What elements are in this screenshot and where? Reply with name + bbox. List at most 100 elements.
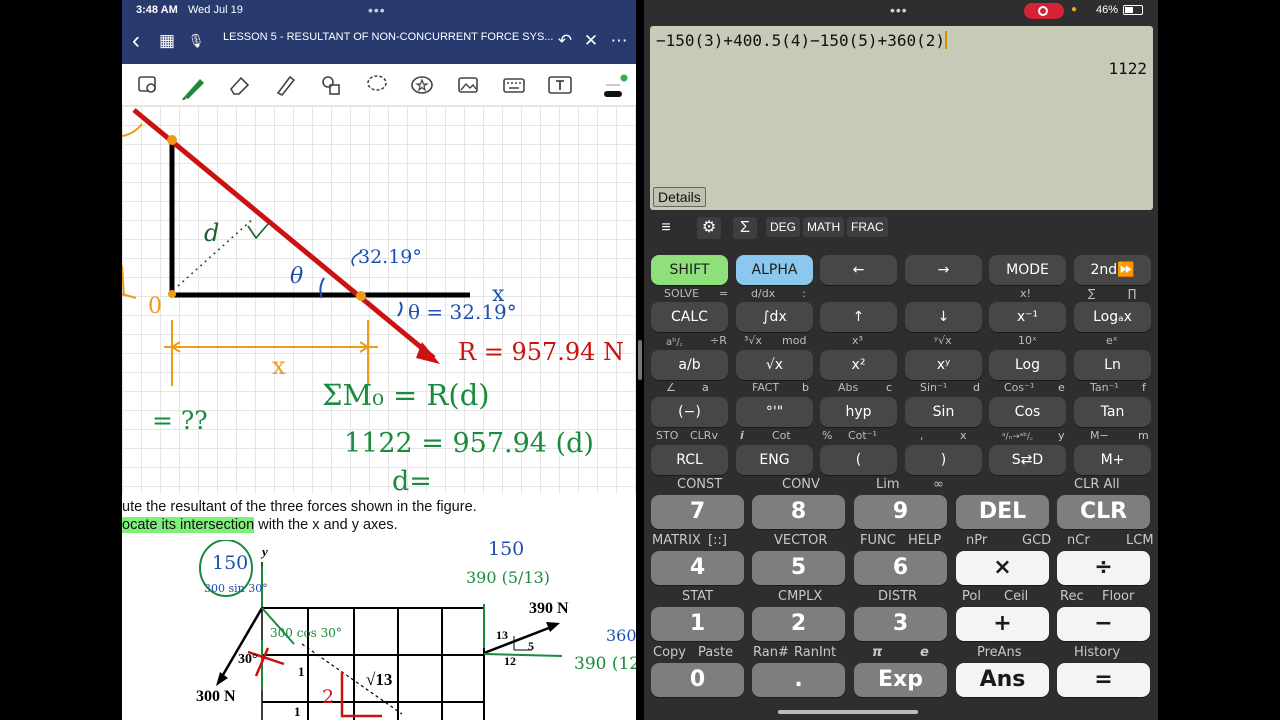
digit-7-key[interactable]: 7	[651, 495, 744, 529]
back-icon[interactable]: ‹	[125, 29, 147, 53]
ans-key[interactable]: Ans	[956, 663, 1049, 697]
undo-icon[interactable]: ↶	[554, 30, 576, 52]
split-view-divider[interactable]	[636, 0, 644, 720]
square-key[interactable]: x²	[820, 350, 897, 380]
details-button[interactable]: Details	[653, 187, 706, 207]
digit-5-key[interactable]: 5	[752, 551, 845, 585]
sqrt-key[interactable]: √x	[736, 350, 813, 380]
close-icon[interactable]: ✕	[580, 30, 602, 52]
sub-y: y	[1058, 429, 1065, 442]
digit-6-key[interactable]: 6	[854, 551, 947, 585]
shapes-icon[interactable]	[319, 73, 343, 97]
log-base-key[interactable]: Logₐx	[1074, 302, 1151, 332]
hamburger-menu-icon[interactable]: ≡	[654, 217, 678, 239]
m-plus-key[interactable]: M+	[1074, 445, 1151, 475]
keyboard-icon[interactable]	[502, 73, 526, 97]
home-indicator[interactable]	[778, 710, 918, 714]
digit-8-key[interactable]: 8	[752, 495, 845, 529]
sub-atan: Tan⁻¹	[1090, 381, 1119, 394]
sin-key[interactable]: Sin	[905, 397, 982, 427]
fraction-key[interactable]: a/b	[651, 350, 728, 380]
sub-ceil: Ceil	[1004, 589, 1029, 604]
plus-key[interactable]: +	[956, 607, 1049, 641]
delete-key[interactable]: DEL	[956, 495, 1049, 529]
close-paren-key[interactable]: )	[905, 445, 982, 475]
open-paren-key[interactable]: (	[820, 445, 897, 475]
digit-3-key[interactable]: 3	[854, 607, 947, 641]
shift-key[interactable]: SHIFT	[651, 255, 728, 285]
sub-history: History	[1074, 645, 1121, 660]
s-to-d-key[interactable]: S⇄D	[989, 445, 1066, 475]
integral-key[interactable]: ∫dx	[736, 302, 813, 332]
eng-key[interactable]: ENG	[736, 445, 813, 475]
lasso-zoom-icon[interactable]	[136, 73, 160, 97]
reciprocal-key[interactable]: x⁻¹	[989, 302, 1066, 332]
hyp-key[interactable]: hyp	[820, 397, 897, 427]
equals-key[interactable]: =	[1057, 663, 1150, 697]
deg-indicator[interactable]: DEG	[766, 217, 801, 237]
multiply-key[interactable]: ×	[956, 551, 1049, 585]
calc-display[interactable]: −150(3)+400.5(4)−150(5)+360(2) 1122 Deta…	[650, 26, 1153, 210]
clear-key[interactable]: CLR	[1057, 495, 1150, 529]
settings-gear-icon[interactable]: ⚙	[697, 217, 721, 239]
digit-1-key[interactable]: 1	[651, 607, 744, 641]
multitask-dots[interactable]: •••	[368, 2, 386, 18]
sticker-icon[interactable]	[410, 73, 434, 97]
sigma-icon[interactable]: Σ	[733, 217, 757, 239]
lasso-icon[interactable]	[365, 73, 389, 97]
highlighter-icon[interactable]	[273, 73, 297, 97]
sub-comma: ,	[920, 429, 924, 442]
sub-vector: VECTOR	[774, 533, 828, 548]
minus-key[interactable]: −	[1057, 607, 1150, 641]
cursor-up-key[interactable]: ↑	[820, 302, 897, 332]
digit-0-key[interactable]: 0	[651, 663, 744, 697]
sub-xth-root: ʸ√x	[934, 334, 952, 347]
negative-key[interactable]: (−)	[651, 397, 728, 427]
note-canvas[interactable]: d θ 32.19° 0 x θ = 32.19° R = 957.94 N x…	[122, 106, 636, 497]
pen-icon[interactable]	[180, 73, 204, 100]
grid-icon[interactable]: ▦	[156, 30, 178, 52]
decimal-point-key[interactable]: .	[752, 663, 845, 697]
sub-i: i	[740, 429, 744, 442]
screen-record-icon[interactable]	[1024, 3, 1064, 19]
pen-color-indicator[interactable]	[602, 73, 628, 97]
digit-9-key[interactable]: 9	[854, 495, 947, 529]
rcl-key[interactable]: RCL	[651, 445, 728, 475]
cursor-left-key[interactable]: ←	[820, 255, 897, 285]
mic-icon[interactable]: 🎙	[185, 30, 207, 52]
cursor-right-key[interactable]: →	[905, 255, 982, 285]
cos-key[interactable]: Cos	[989, 397, 1066, 427]
digit-4-key[interactable]: 4	[651, 551, 744, 585]
eraser-icon[interactable]	[227, 73, 251, 97]
log-key[interactable]: Log	[989, 350, 1066, 380]
divide-key[interactable]: ÷	[1057, 551, 1150, 585]
frac-indicator[interactable]: FRAC	[847, 217, 888, 237]
label-origin: 0	[148, 294, 162, 319]
image-icon[interactable]	[456, 73, 480, 97]
power-key[interactable]: xʸ	[905, 350, 982, 380]
multitask-dots[interactable]: •••	[890, 2, 908, 18]
tan-key[interactable]: Tan	[1074, 397, 1151, 427]
fig-label-12: 12	[504, 654, 516, 668]
sub-pol: Pol	[962, 589, 981, 604]
cursor-down-key[interactable]: ↓	[905, 302, 982, 332]
text-box-icon[interactable]	[547, 73, 572, 97]
sub-func: FUNC	[860, 533, 896, 548]
sub-c: c	[886, 381, 893, 394]
calc-key[interactable]: CALC	[651, 302, 728, 332]
mode-key[interactable]: MODE	[989, 255, 1066, 285]
status-time: 3:48 AM	[136, 4, 178, 16]
alpha-key[interactable]: ALPHA	[736, 255, 813, 285]
math-indicator[interactable]: MATH	[803, 217, 845, 237]
degree-minute-second-key[interactable]: °'"	[736, 397, 813, 427]
document-title[interactable]: LESSON 5 - RESULTANT OF NON-CONCURRENT F…	[223, 31, 553, 43]
expression-line[interactable]: −150(3)+400.5(4)−150(5)+360(2)	[656, 31, 947, 50]
ln-key[interactable]: Ln	[1074, 350, 1151, 380]
sub-acos: Cos⁻¹	[1004, 381, 1035, 394]
sub-ddx: d/dx	[751, 287, 776, 300]
fig-label-1b: 1	[294, 704, 301, 719]
second-function-key[interactable]: 2nd⏩	[1074, 255, 1151, 285]
more-icon[interactable]: ⋯	[608, 30, 630, 52]
exp-key[interactable]: Exp	[854, 663, 947, 697]
digit-2-key[interactable]: 2	[752, 607, 845, 641]
